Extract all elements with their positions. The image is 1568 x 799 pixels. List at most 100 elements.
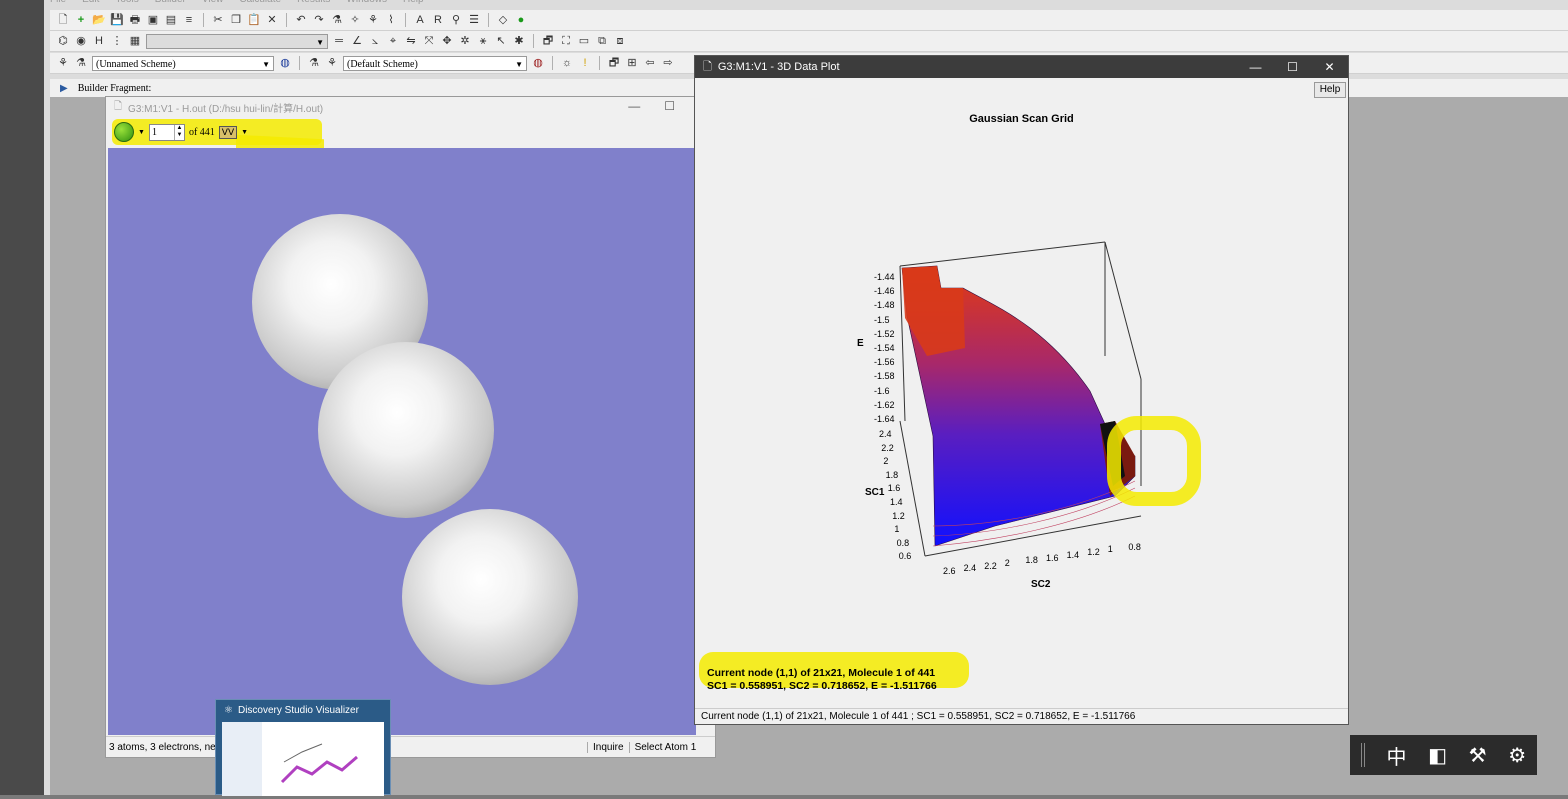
sc2-tick-label: 2 bbox=[1004, 557, 1010, 568]
bond-length-icon[interactable]: ═ bbox=[332, 34, 346, 48]
ring-icon[interactable]: ⌬ bbox=[56, 34, 70, 48]
axis-label-sc2: SC2 bbox=[1031, 579, 1051, 590]
angle-icon[interactable]: ∠ bbox=[350, 34, 364, 48]
menu-item[interactable]: File bbox=[50, 0, 66, 8]
menu-item[interactable]: Help bbox=[403, 0, 424, 8]
render-icon[interactable]: ◍ bbox=[531, 56, 545, 70]
scheme-combo-left[interactable]: (Unnamed Scheme) ▼ bbox=[92, 55, 274, 71]
style-icon[interactable]: ⚘ bbox=[325, 56, 339, 70]
surface-icon[interactable]: ⚗ bbox=[307, 56, 321, 70]
molecule-viewport[interactable] bbox=[108, 148, 696, 735]
sc1-tick-label: 0.8 bbox=[896, 537, 910, 548]
ime-grip[interactable] bbox=[1360, 743, 1365, 767]
menu-item[interactable]: Builder bbox=[155, 0, 186, 8]
menu-item[interactable]: Tools bbox=[115, 0, 138, 8]
grid-icon[interactable]: ⊞ bbox=[625, 56, 639, 70]
print-icon[interactable]: 🖶 bbox=[128, 13, 142, 27]
scheme-select-icon[interactable]: ⚗ bbox=[74, 56, 88, 70]
thumbnail-title: Discovery Studio Visualizer bbox=[237, 705, 359, 716]
paste-icon[interactable]: 📋 bbox=[247, 13, 261, 27]
tile-icon[interactable]: ▭ bbox=[577, 34, 591, 48]
results-icon[interactable]: R bbox=[431, 13, 445, 27]
zoom-fit-icon[interactable]: ⛶ bbox=[559, 34, 573, 48]
maximize-button[interactable]: ☐ bbox=[664, 99, 675, 113]
sphere-icon[interactable]: ◉ bbox=[74, 34, 88, 48]
minimize-button[interactable]: — bbox=[628, 99, 640, 113]
cascade-icon[interactable]: ⧉ bbox=[595, 34, 609, 48]
back-icon[interactable]: ⇦ bbox=[643, 56, 657, 70]
fragment-icon[interactable]: ▦ bbox=[128, 34, 142, 48]
view-toolbar: ⌬ ◉ H ⋮ ▦ ▼ ═ ∠ ⦣ ⌖ ⇋ ⤧ ✥ ✲ ⚹ ↖ ✱ 🗗 ⛶ ▭ … bbox=[50, 31, 1568, 52]
scheme-combo-right[interactable]: (Default Scheme) ▼ bbox=[343, 55, 527, 71]
display-icon[interactable]: ◍ bbox=[278, 56, 292, 70]
h-icon[interactable]: H bbox=[92, 34, 106, 48]
move-icon[interactable]: ✥ bbox=[440, 34, 454, 48]
e-tick-label: -1.62 bbox=[874, 399, 895, 410]
select-icon[interactable]: ⌖ bbox=[386, 34, 400, 48]
taskbar-thumbnail[interactable]: ⚛ Discovery Studio Visualizer bbox=[215, 699, 391, 796]
clear-icon[interactable]: ✱ bbox=[512, 34, 526, 48]
play-button[interactable] bbox=[114, 122, 134, 142]
molecule-window-titlebar[interactable]: 🗋 G3:M1:V1 - H.out (D:/hsu hui-lin/計算/H.… bbox=[106, 97, 715, 117]
ime-tools-icon[interactable]: ⚒ bbox=[1469, 743, 1487, 768]
expand-arrow-icon[interactable]: ▶ bbox=[60, 83, 68, 94]
atom-color-icon[interactable]: ● bbox=[514, 13, 528, 27]
flip-icon[interactable]: ⇋ bbox=[404, 34, 418, 48]
atom-sphere[interactable] bbox=[318, 342, 494, 518]
frame-spinner[interactable]: 1 ▲ ▼ bbox=[148, 123, 185, 141]
list-icon[interactable]: ≡ bbox=[182, 13, 196, 27]
surface-plot[interactable] bbox=[695, 56, 1348, 704]
menu-item[interactable]: Calculate bbox=[239, 0, 281, 8]
color-scheme-icon[interactable]: ⚘ bbox=[56, 56, 70, 70]
ime-fullwidth-icon[interactable]: ◧ bbox=[1428, 743, 1447, 768]
e-tick-label: -1.46 bbox=[874, 286, 895, 297]
copy-icon[interactable]: ❐ bbox=[229, 13, 243, 27]
inquire-icon[interactable]: A bbox=[413, 13, 427, 27]
rotate-icon[interactable]: ⤧ bbox=[422, 34, 436, 48]
delete-icon[interactable]: ✕ bbox=[265, 13, 279, 27]
add-icon[interactable]: + bbox=[74, 13, 88, 27]
light-icon[interactable]: ☼ bbox=[560, 56, 574, 70]
forward-icon[interactable]: ⇨ bbox=[661, 56, 675, 70]
spinner-arrows-icon[interactable]: ▲ ▼ bbox=[173, 124, 184, 140]
warning-icon[interactable]: ! bbox=[578, 56, 592, 70]
redo-icon[interactable]: ↷ bbox=[312, 13, 326, 27]
clean-icon[interactable]: ✧ bbox=[348, 13, 362, 27]
menu-item[interactable]: Results bbox=[297, 0, 330, 8]
bond-icon[interactable]: ⌇ bbox=[384, 13, 398, 27]
layers-icon[interactable]: ☰ bbox=[467, 13, 481, 27]
play-menu-arrow-icon[interactable]: ▼ bbox=[138, 128, 145, 136]
save-image-icon[interactable]: ▤ bbox=[164, 13, 178, 27]
window-list-icon[interactable]: 🗗 bbox=[607, 56, 621, 70]
builder-tool-icon[interactable]: ⚗ bbox=[330, 13, 344, 27]
ime-settings-icon[interactable]: ⚙ bbox=[1508, 743, 1526, 768]
new-icon[interactable]: 🗋 bbox=[56, 13, 70, 27]
window-icon[interactable]: 🗗 bbox=[541, 34, 555, 48]
fragment-combo[interactable]: ▼ bbox=[146, 33, 328, 49]
undo-icon[interactable]: ↶ bbox=[294, 13, 308, 27]
sc2-tick-label: 1 bbox=[1107, 544, 1113, 555]
animation-mode-icon[interactable]: ⅤⅤ bbox=[218, 125, 238, 139]
pointer-icon[interactable]: ↖ bbox=[494, 34, 508, 48]
symmetry-icon[interactable]: ⚘ bbox=[366, 13, 380, 27]
ime-language-button[interactable]: 中 bbox=[1386, 741, 1406, 770]
cut-icon[interactable]: ✂ bbox=[211, 13, 225, 27]
save-icon[interactable]: 💾 bbox=[110, 13, 124, 27]
animation-mode-arrow-icon[interactable]: ▼ bbox=[241, 128, 248, 136]
chain-icon[interactable]: ⋮ bbox=[110, 34, 124, 48]
open-icon[interactable]: 📂 bbox=[92, 13, 106, 27]
sc2-tick-label: 1.6 bbox=[1046, 552, 1059, 563]
dihedral-icon[interactable]: ⦣ bbox=[368, 34, 382, 48]
arrange-icon[interactable]: ⧈ bbox=[613, 34, 627, 48]
probe-icon[interactable]: ⚲ bbox=[449, 13, 463, 27]
menu-item[interactable]: Edit bbox=[82, 0, 99, 8]
menu-item[interactable]: View bbox=[202, 0, 224, 8]
menu-item[interactable]: Windows bbox=[346, 0, 387, 8]
diamond-icon[interactable]: ◇ bbox=[496, 13, 510, 27]
clean-geom-icon[interactable]: ⚹ bbox=[476, 34, 490, 48]
builder-fragment-label: Builder Fragment: bbox=[77, 82, 152, 94]
sc1-tick-label: 0.6 bbox=[898, 551, 912, 562]
atom-sphere[interactable] bbox=[402, 509, 578, 685]
symmetrize-icon[interactable]: ✲ bbox=[458, 34, 472, 48]
copy-image-icon[interactable]: ▣ bbox=[146, 13, 160, 27]
